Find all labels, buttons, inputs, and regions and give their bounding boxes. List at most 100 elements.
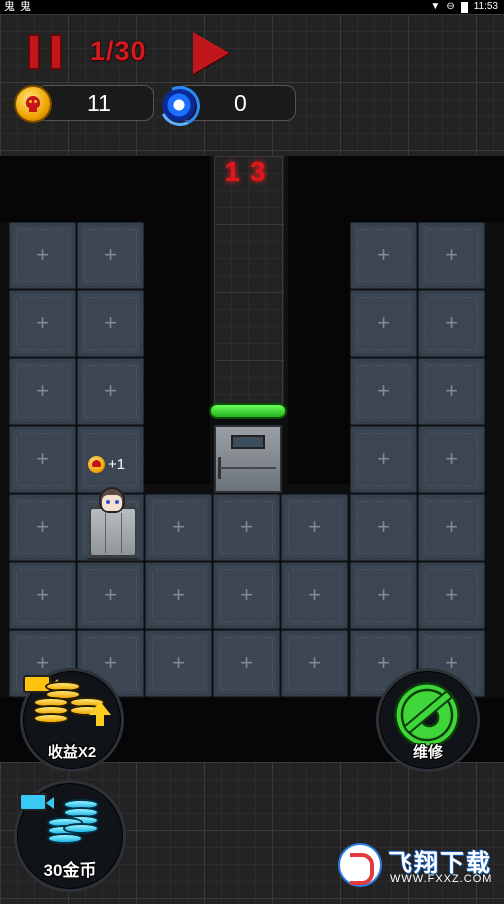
build-tile[interactable]: + — [281, 630, 348, 697]
build-tile[interactable]: + — [281, 562, 348, 629]
repair-button[interactable]: 维修 — [376, 668, 480, 772]
door-health-bar — [209, 403, 287, 419]
plus-icon: + — [445, 242, 458, 267]
plus-icon: + — [172, 514, 185, 539]
build-tile[interactable]: + — [9, 358, 76, 425]
door-window — [231, 435, 265, 449]
portal-icon — [158, 84, 200, 126]
door[interactable] — [214, 425, 282, 493]
build-tile[interactable]: + — [350, 358, 417, 425]
plus-icon: + — [445, 514, 458, 539]
coin-bonus-popup: +1 — [88, 456, 125, 473]
build-tile[interactable]: + — [77, 290, 144, 357]
right-gap — [288, 222, 350, 484]
build-tile[interactable]: + — [418, 358, 485, 425]
pause-button[interactable] — [26, 34, 66, 70]
plus-icon: + — [36, 378, 49, 403]
plus-icon: + — [445, 378, 458, 403]
build-tile[interactable]: + — [418, 494, 485, 561]
plus-icon: + — [104, 582, 117, 607]
build-tile[interactable]: + — [418, 290, 485, 357]
plus-icon: + — [172, 582, 185, 607]
wave-counter: 1/30 — [90, 36, 147, 66]
corridor — [210, 156, 288, 406]
build-tile[interactable]: + — [418, 426, 485, 493]
build-tile[interactable]: + — [77, 562, 144, 629]
build-tile[interactable]: + — [9, 290, 76, 357]
plus-icon: + — [104, 242, 117, 267]
status-right: ▼ ⊖ 11:53 — [430, 0, 498, 14]
plus-icon: + — [172, 650, 185, 675]
plus-icon: + — [377, 582, 390, 607]
battery-icon — [460, 2, 468, 13]
free-coins-button[interactable]: 30金币 — [14, 780, 126, 892]
build-tile[interactable]: + — [145, 562, 212, 629]
watermark-url: WWW.FXXZ.COM — [390, 873, 493, 885]
plus-icon: + — [377, 514, 390, 539]
status-bar: 鬼 鬼 ▼ ⊖ 11:53 — [0, 0, 504, 14]
build-tile[interactable]: + — [77, 358, 144, 425]
income-x2-label: 收益X2 — [47, 744, 97, 761]
build-tile[interactable]: + — [9, 222, 76, 289]
arrow-up-icon — [89, 701, 111, 726]
skull-coin-icon — [88, 456, 105, 473]
plus-icon: + — [377, 378, 390, 403]
plus-icon: + — [308, 514, 321, 539]
portal-energy-value: 0 — [234, 90, 247, 116]
build-tile[interactable]: + — [418, 222, 485, 289]
plus-icon: + — [240, 582, 253, 607]
repair-label: 维修 — [412, 744, 443, 761]
player-face — [102, 495, 122, 511]
build-tile[interactable]: + — [9, 426, 76, 493]
build-tile[interactable]: + — [213, 630, 280, 697]
build-tile[interactable]: + — [281, 494, 348, 561]
build-tile[interactable]: + — [9, 494, 76, 561]
plus-icon: + — [104, 310, 117, 335]
player-bed[interactable] — [85, 487, 141, 561]
pause-icon — [28, 34, 40, 70]
site-watermark: 飞翔下载 WWW.FXXZ.COM — [336, 841, 496, 891]
income-x2-button[interactable]: 收益X2 — [20, 668, 124, 772]
plus-icon: + — [308, 582, 321, 607]
right-void — [288, 156, 504, 222]
skull-coin-value: 11 — [87, 90, 111, 116]
plus-icon: + — [240, 514, 253, 539]
room-counter: 13 — [224, 156, 276, 187]
build-tile[interactable]: + — [350, 562, 417, 629]
plus-icon: + — [36, 242, 49, 267]
signal-icon: ▼ — [430, 1, 441, 12]
status-left-icons: 鬼 鬼 — [4, 1, 33, 13]
build-tile[interactable]: + — [213, 562, 280, 629]
plus-icon: + — [445, 310, 458, 335]
plus-icon: + — [308, 650, 321, 675]
plus-icon: + — [36, 446, 49, 471]
skull-coin-panel: 11 — [36, 85, 154, 121]
build-tile[interactable]: + — [77, 222, 144, 289]
watermark-logo-icon — [338, 843, 382, 887]
status-time: 11:53 — [473, 1, 498, 12]
plus-icon: + — [377, 242, 390, 267]
build-tile[interactable]: + — [350, 426, 417, 493]
plus-icon: + — [445, 446, 458, 471]
coin-bonus-text: +1 — [108, 456, 126, 473]
plus-icon: + — [104, 378, 117, 403]
plus-icon: + — [445, 582, 458, 607]
build-tile[interactable]: + — [350, 290, 417, 357]
plus-icon: + — [377, 446, 390, 471]
build-tile[interactable]: + — [213, 494, 280, 561]
plus-icon: + — [377, 310, 390, 335]
build-tile[interactable]: + — [350, 222, 417, 289]
plus-icon: + — [36, 514, 49, 539]
plus-icon: + — [36, 310, 49, 335]
build-tile[interactable]: + — [350, 494, 417, 561]
dnd-icon: ⊖ — [446, 1, 455, 12]
play-button[interactable] — [193, 32, 229, 74]
build-tile[interactable]: + — [418, 562, 485, 629]
build-tile[interactable]: + — [145, 494, 212, 561]
video-camera-icon — [19, 793, 54, 811]
skull-coin-icon — [14, 85, 52, 123]
left-gap — [144, 222, 210, 484]
bed-frame — [89, 507, 137, 557]
build-tile[interactable]: + — [9, 562, 76, 629]
build-tile[interactable]: + — [145, 630, 212, 697]
